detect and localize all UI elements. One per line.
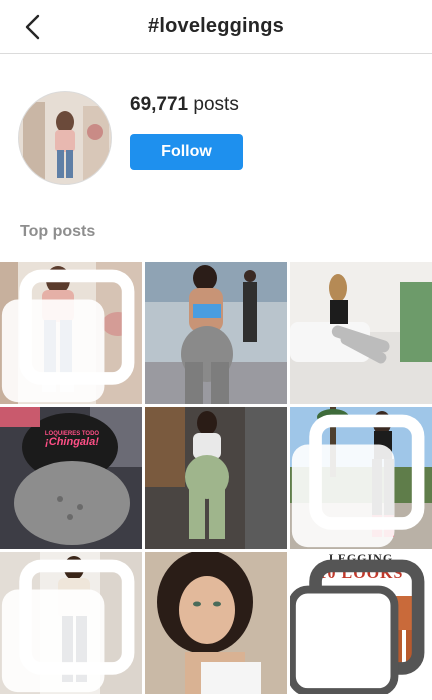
multiple-photos-icon — [1, 559, 135, 693]
top-bar: #loveleggings — [0, 0, 432, 54]
hashtag-avatar[interactable] — [18, 91, 112, 185]
post-tile-3[interactable] — [290, 262, 432, 404]
multiple-photos-icon — [291, 414, 425, 548]
post-image-2 — [145, 262, 287, 404]
multiple-photos-icon — [1, 269, 135, 403]
shirt-text-line-2: ¡Chingala! — [45, 436, 99, 449]
follow-button[interactable]: Follow — [130, 134, 243, 170]
post-tile-9[interactable]: LEGGING 10 LOOKS — [290, 552, 432, 694]
post-tile-1[interactable] — [0, 262, 142, 404]
post-image-4 — [0, 407, 142, 549]
multiple-photos-icon — [290, 559, 425, 694]
post-tile-4[interactable]: LOQUIERES TODO ¡Chingala! — [0, 407, 142, 549]
post-tile-5[interactable] — [145, 407, 287, 549]
hashtag-header: 69,771 posts Follow — [0, 54, 432, 204]
posts-count-label: posts — [193, 94, 239, 115]
posts-count-number: 69,771 — [130, 94, 189, 115]
post-image-5 — [145, 407, 287, 549]
post-tile-6[interactable] — [290, 407, 432, 549]
top-posts-grid: LOQUIERES TODO ¡Chingala! LEGGING 10 LOO… — [0, 262, 432, 700]
post-tile-8[interactable] — [145, 552, 287, 694]
posts-count: 69,771 posts — [130, 94, 239, 116]
post-tile-2[interactable] — [145, 262, 287, 404]
hashtag-title: #loveleggings — [148, 15, 284, 37]
avatar-image — [19, 92, 111, 184]
top-posts-heading: Top posts — [20, 223, 96, 240]
shirt-text: LOQUIERES TODO ¡Chingala! — [32, 431, 112, 449]
post-tile-7[interactable] — [0, 552, 142, 694]
post-image-3 — [290, 262, 432, 404]
post-image-8 — [145, 552, 287, 694]
